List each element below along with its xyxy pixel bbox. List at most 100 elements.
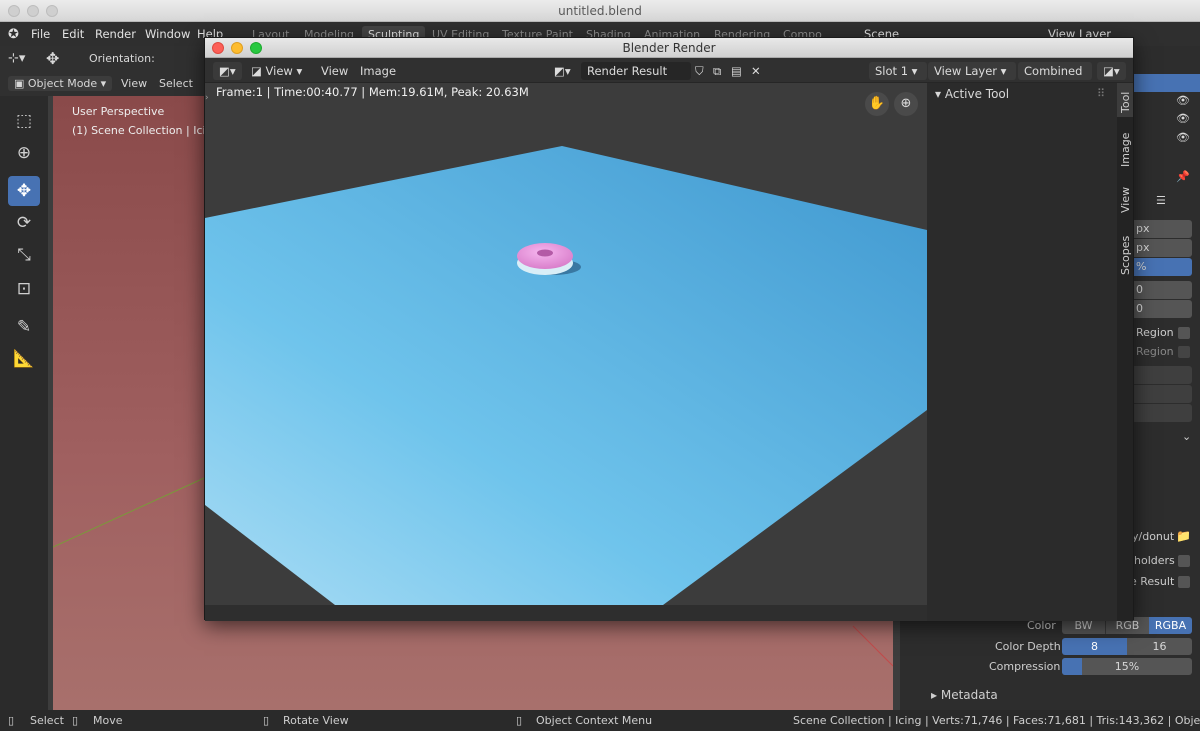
color-rgba-button[interactable]: RGBA — [1149, 617, 1192, 634]
tab-image-label: Image — [1119, 132, 1132, 167]
outliner-selected-row[interactable] — [1134, 74, 1200, 92]
menu-image[interactable]: Image — [360, 62, 396, 80]
pass-label: Combined — [1024, 64, 1083, 78]
measure-tool[interactable]: 📐 — [8, 344, 40, 374]
layer-dropdown[interactable]: View Layer ▾ — [928, 62, 1016, 80]
frame-step-field[interactable] — [1130, 366, 1192, 384]
active-tool-panel-header[interactable]: ▾ Active Tool — [935, 87, 1009, 101]
measure-icon: 📐 — [13, 349, 35, 369]
scale-icon: ⤡ — [17, 245, 31, 265]
annotate-icon: ✎ — [16, 317, 32, 337]
crop-region-label: Region — [1136, 345, 1174, 358]
mouse-left-icon: ▯ — [8, 714, 15, 727]
tab-tool[interactable]: Tool — [1117, 83, 1133, 117]
menu-render[interactable]: Render — [95, 27, 136, 41]
visibility-eye-icon[interactable]: 👁 — [1176, 112, 1190, 125]
tab-scopes-label: Scopes — [1119, 235, 1132, 275]
tab-scopes[interactable]: Scopes — [1117, 225, 1133, 279]
drag-handle-icon[interactable]: ⠿ — [1097, 87, 1105, 100]
rotate-icon: ⟳ — [16, 213, 32, 233]
color-depth-selector: 8 16 — [1062, 638, 1192, 655]
tab-tool-label: Tool — [1119, 91, 1132, 113]
frame-end-field[interactable]: 0 — [1130, 300, 1192, 318]
select-box-tool[interactable]: ⬚ — [8, 106, 40, 136]
open-folder-icon[interactable]: ▤ — [731, 62, 742, 80]
depth-8-button[interactable]: 8 — [1062, 638, 1127, 655]
viewport-overlay-collection: (1) Scene Collection | Icing — [72, 124, 204, 137]
scale-tool[interactable]: ⤡ — [8, 240, 40, 270]
cursor-tool[interactable]: ⊕ — [8, 138, 40, 168]
pass-dropdown[interactable]: Combined ▾ — [1018, 62, 1092, 96]
status-scene-stats: Scene Collection | Icing | Verts:71,746 … — [793, 714, 1200, 727]
transform-icon: ⊡ — [16, 279, 32, 299]
move-tool[interactable]: ✥ — [8, 176, 40, 206]
viewport-overlay-perspective: User Perspective — [72, 105, 165, 118]
resolution-y-field[interactable]: px — [1130, 239, 1192, 257]
move-gizmo-icon[interactable]: ✥ — [46, 49, 59, 68]
tool-shelf: ⬚ ⊕ ✥ ⟳ ⤡ ⊡ ✎ 📐 — [0, 96, 48, 710]
placeholders-checkbox[interactable] — [1178, 555, 1190, 567]
annotate-tool[interactable]: ✎ — [8, 312, 40, 342]
output-path-field[interactable]: y/donut — [1132, 530, 1174, 543]
cursor-icon: ⊕ — [16, 143, 32, 163]
compression-value: 15% — [1114, 660, 1140, 673]
display-channels-icon[interactable]: ◪▾ — [1097, 62, 1126, 80]
placeholders-label: holders — [1134, 554, 1175, 567]
image-name-field[interactable]: Render Result — [581, 62, 691, 80]
fake-user-shield-icon[interactable]: ⛉ — [695, 62, 704, 80]
folder-icon[interactable]: 📁 — [1176, 529, 1191, 543]
chevron-down-icon[interactable]: ⌄ — [1182, 430, 1191, 443]
status-select: Select — [30, 714, 64, 727]
rotate-tool[interactable]: ⟳ — [8, 208, 40, 238]
ground-plane — [205, 146, 927, 605]
pin-icon[interactable]: 📌 — [1176, 170, 1190, 183]
compression-slider[interactable]: 15% — [1062, 658, 1192, 675]
toolbar-expand-icon[interactable]: › — [205, 93, 209, 103]
visibility-eye-icon[interactable]: 👁 — [1176, 131, 1190, 144]
slot-dropdown[interactable]: Slot 1 ▾ — [869, 62, 927, 80]
menu-edit[interactable]: Edit — [62, 27, 84, 41]
pan-hand-icon[interactable]: ✋ — [865, 92, 889, 116]
render-window-titlebar: Blender Render — [205, 38, 1133, 58]
blender-logo-icon[interactable]: ✪ — [8, 27, 19, 42]
duplicate-icon[interactable]: ⧉ — [713, 62, 721, 80]
fps-field[interactable] — [1130, 385, 1192, 403]
visibility-eye-icon[interactable]: 👁 — [1176, 94, 1190, 107]
list-icon[interactable]: ☰ — [1156, 194, 1166, 207]
tab-image[interactable]: Image — [1117, 123, 1133, 171]
resolution-percent-field[interactable]: % — [1130, 258, 1192, 276]
resolution-x-field[interactable]: px — [1130, 220, 1192, 238]
mode-label: Object Mode — [27, 77, 98, 90]
viewport-menu-select[interactable]: Select — [159, 77, 193, 90]
time-stretch-field[interactable] — [1130, 404, 1192, 422]
region-checkbox[interactable] — [1178, 327, 1190, 339]
metadata-panel-header[interactable]: ▸ Metadata — [931, 688, 998, 702]
mac-title-bar: untitled.blend — [0, 0, 1200, 22]
tab-view[interactable]: View — [1117, 179, 1133, 217]
transform-tool[interactable]: ⊡ — [8, 274, 40, 304]
render-window: Blender Render ◩▾ ◪ View ▾ View Image ◩▾… — [204, 37, 1134, 621]
editor-type-dropdown[interactable]: ◩▾ — [213, 62, 242, 80]
depth-16-button[interactable]: 16 — [1127, 638, 1192, 655]
render-stats: Frame:1 | Time:00:40.77 | Mem:19.61M, Pe… — [216, 85, 529, 99]
render-window-title: Blender Render — [622, 41, 716, 55]
viewport-menu-view[interactable]: View — [121, 77, 147, 90]
mouse-drag-icon: ▯ — [263, 714, 270, 727]
image-editor-sidebar: ▾ Active Tool ⠿ — [927, 83, 1117, 621]
frame-start-field[interactable]: 0 — [1130, 281, 1192, 299]
menu-file[interactable]: File — [31, 27, 50, 41]
tab-view-label: View — [1119, 186, 1132, 213]
close-image-icon[interactable]: ✕ — [751, 62, 761, 80]
mode-dropdown[interactable]: ▣ Object Mode ▾ — [8, 76, 113, 91]
transform-pivot-icon[interactable]: ⊹▾ — [8, 51, 25, 66]
compression-label: Compression — [989, 660, 1061, 673]
view-mode-dropdown[interactable]: ◪ View ▾ — [251, 62, 302, 80]
image-browse-icon[interactable]: ◩▾ — [554, 62, 571, 80]
menu-window[interactable]: Window — [145, 27, 190, 41]
slot-label: Slot 1 — [875, 64, 909, 78]
zoom-icon[interactable]: ⊕ — [894, 92, 918, 116]
render-result-canvas[interactable]: Frame:1 | Time:00:40.77 | Mem:19.61M, Pe… — [205, 83, 927, 605]
render-result-checkbox[interactable] — [1178, 576, 1190, 588]
menu-view[interactable]: View — [321, 62, 348, 80]
crop-region-checkbox[interactable] — [1178, 346, 1190, 358]
